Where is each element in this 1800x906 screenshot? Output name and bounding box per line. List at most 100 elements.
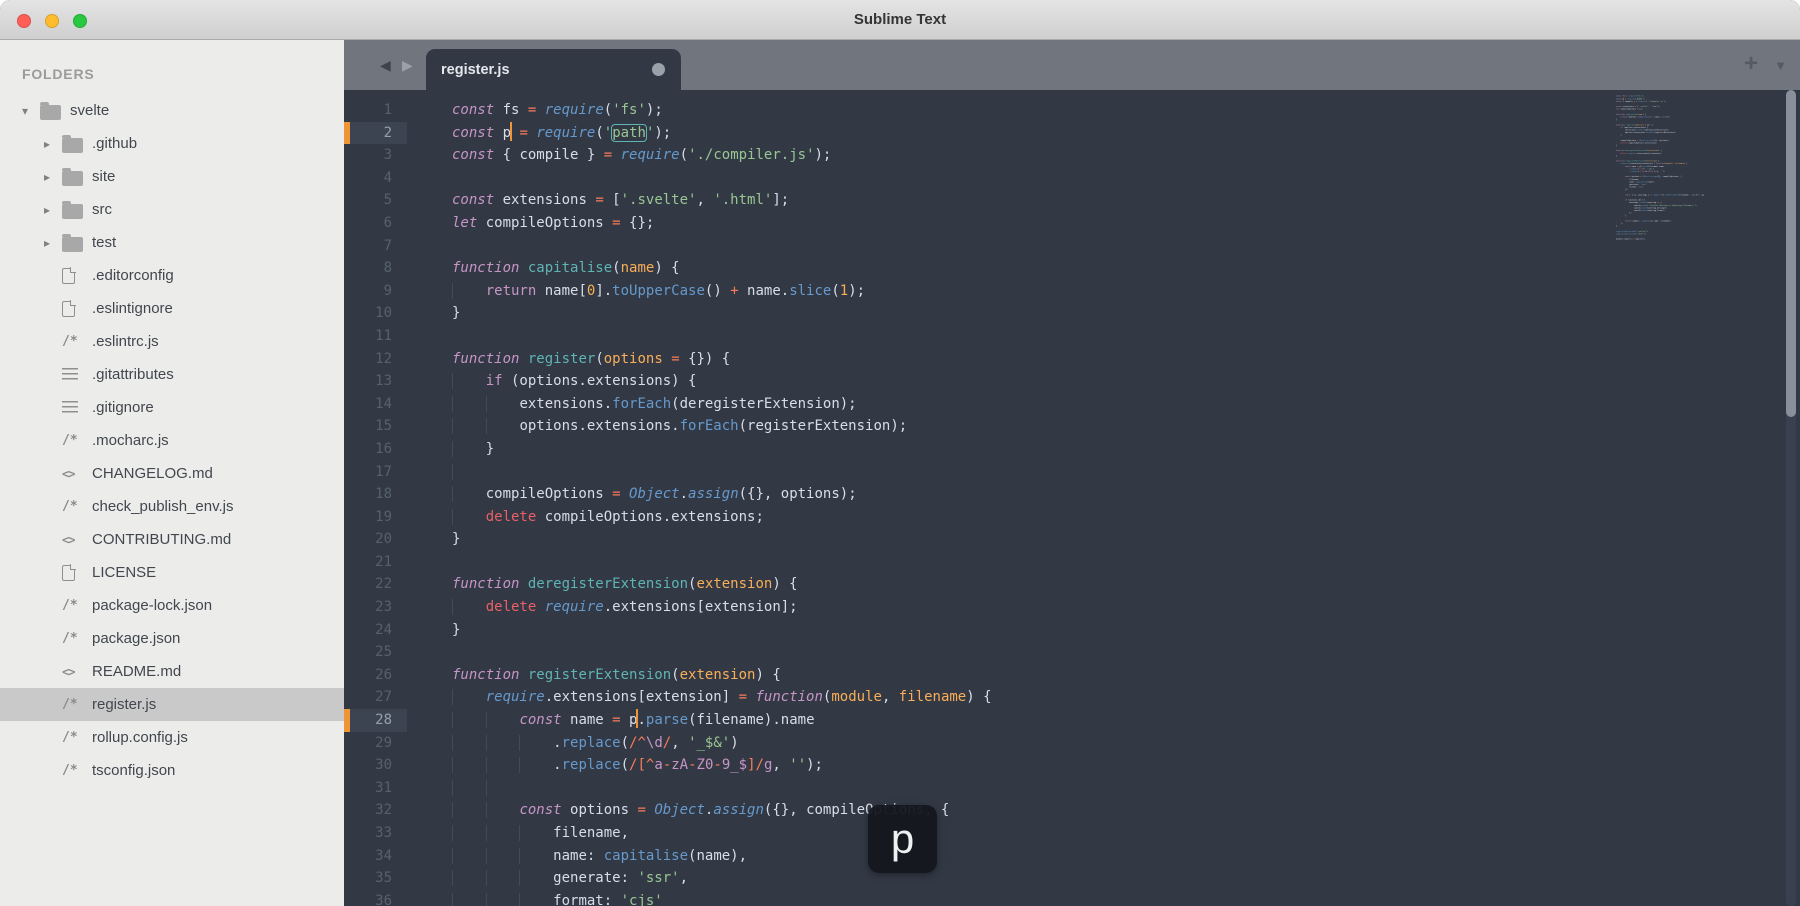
- code-line-28[interactable]: 28 const name = p.parse(filename).name: [344, 709, 1800, 732]
- code-line-22[interactable]: 22 function deregisterExtension(extension…: [344, 573, 1800, 596]
- sidebar-item-label: .gitattributes: [92, 366, 174, 383]
- minimap-line: });: [1616, 188, 1628, 192]
- sidebar-item-.mocharc.js[interactable]: /* .mocharc.js: [0, 424, 344, 457]
- code-editor[interactable]: 1 const fs = require('fs'); 2 const p = req…: [344, 99, 1800, 906]
- sidebar-item-site[interactable]: ▸ site: [0, 160, 344, 193]
- code-line-23[interactable]: 23 delete require.extensions[extension];: [344, 596, 1800, 619]
- line-number: 21: [375, 553, 392, 570]
- tab-nav-forward-icon[interactable]: ▶: [402, 40, 413, 90]
- sidebar-item-register.js[interactable]: /* register.js: [0, 688, 344, 721]
- sidebar-item-CHANGELOG.md[interactable]: <> CHANGELOG.md: [0, 457, 344, 490]
- code-line-35[interactable]: 35 generate: 'ssr',: [344, 867, 1800, 890]
- code-line-12[interactable]: 12 function register(options = {}) {: [344, 348, 1800, 371]
- sidebar-item-label: .gitignore: [92, 399, 154, 416]
- sidebar-item-tsconfig.json[interactable]: /* tsconfig.json: [0, 754, 344, 787]
- code-line-13[interactable]: 13 if (options.extensions) {: [344, 370, 1800, 393]
- line-number: 17: [375, 463, 392, 480]
- sidebar-item-label: package.json: [92, 630, 181, 647]
- sidebar-item-src[interactable]: ▸ src: [0, 193, 344, 226]
- sidebar-item-.gitignore[interactable]: .gitignore: [0, 391, 344, 424]
- code-line-33[interactable]: 33 filename,: [344, 822, 1800, 845]
- code-line-10[interactable]: 10}: [344, 302, 1800, 325]
- code-line-34[interactable]: 34 name: capitalise(name),: [344, 845, 1800, 868]
- code-line-29[interactable]: 29 .replace(/^\d/, '_$&'): [344, 732, 1800, 755]
- code-line-17[interactable]: 17: [344, 461, 1800, 484]
- code-line-9[interactable]: 9 return name[0].toUpperCase() + name.sl…: [344, 280, 1800, 303]
- code-line-1[interactable]: 1 const fs = require('fs');: [344, 99, 1800, 122]
- code-line-36[interactable]: 36 format: 'cjs': [344, 890, 1800, 906]
- disclosure-collapsed-icon[interactable]: ▸: [44, 170, 62, 184]
- line-number: 22: [375, 576, 392, 593]
- line-number: 33: [375, 825, 392, 841]
- code-line-21[interactable]: 21: [344, 551, 1800, 574]
- line-number: 16: [375, 440, 392, 457]
- js-file-icon: /*: [62, 631, 78, 646]
- code-line-6[interactable]: 6 let compileOptions = {};: [344, 212, 1800, 235]
- tab-register-js[interactable]: register.js: [426, 49, 681, 90]
- folders-header: FOLDERS: [22, 66, 95, 82]
- sidebar-item-label: rollup.config.js: [92, 729, 188, 746]
- sidebar-item-.eslintrc.js[interactable]: /* .eslintrc.js: [0, 325, 344, 358]
- sidebar-item-LICENSE[interactable]: LICENSE: [0, 556, 344, 589]
- line-number: 19: [375, 508, 392, 525]
- sidebar-item-test[interactable]: ▸ test: [0, 226, 344, 259]
- minimap[interactable]: const fs = require('fs');const p = requi…: [1616, 95, 1704, 335]
- code-line-24[interactable]: 24}: [344, 619, 1800, 642]
- sidebar-item-.editorconfig[interactable]: .editorconfig: [0, 259, 344, 292]
- code-line-27[interactable]: 27 require.extensions[extension] = funct…: [344, 686, 1800, 709]
- sidebar-item-svelte[interactable]: ▾ svelte: [0, 94, 344, 127]
- disclosure-collapsed-icon[interactable]: ▸: [44, 236, 62, 250]
- line-number: 28: [344, 709, 407, 732]
- js-file-icon: /*: [62, 763, 78, 778]
- js-file-icon: /*: [62, 697, 78, 712]
- code-line-7[interactable]: 7: [344, 235, 1800, 258]
- code-area[interactable]: 1 const fs = require('fs'); 2 const p = req…: [344, 90, 1800, 906]
- code-line-3[interactable]: 3 const { compile } = require('./compiler…: [344, 144, 1800, 167]
- code-line-8[interactable]: 8 function capitalise(name) {: [344, 257, 1800, 280]
- sidebar-item-check_publish_env.js[interactable]: /* check_publish_env.js: [0, 490, 344, 523]
- line-number: 27: [375, 689, 392, 706]
- sidebar-item-.github[interactable]: ▸ .github: [0, 127, 344, 160]
- code-line-30[interactable]: 30 .replace(/[^a-zA-Z0-9_$]/g, '');: [344, 754, 1800, 777]
- line-number: 4: [383, 169, 392, 186]
- plain-file-icon: [62, 300, 76, 317]
- sidebar-item-label: .editorconfig: [92, 267, 174, 284]
- code-line-25[interactable]: 25: [344, 641, 1800, 664]
- code-line-2[interactable]: 2 const p = require('path');: [344, 121, 1800, 145]
- code-line-32[interactable]: 32 const options = Object.assign({}, com…: [344, 799, 1800, 822]
- sidebar-item-.eslintignore[interactable]: .eslintignore: [0, 292, 344, 325]
- tab-overflow-menu-button[interactable]: ▼: [1774, 40, 1787, 90]
- sidebar-item-README.md[interactable]: <> README.md: [0, 655, 344, 688]
- code-line-18[interactable]: 18 compileOptions = Object.assign({}, op…: [344, 483, 1800, 506]
- code-line-5[interactable]: 5 const extensions = ['.svelte', '.html']…: [344, 189, 1800, 212]
- line-number: 3: [383, 147, 392, 164]
- code-line-31[interactable]: 31: [344, 777, 1800, 800]
- minimap-line: delete require.extensions[extension];: [1616, 152, 1662, 155]
- code-line-20[interactable]: 20}: [344, 528, 1800, 551]
- code-line-26[interactable]: 26 function registerExtension(extension) …: [344, 664, 1800, 687]
- code-line-14[interactable]: 14 extensions.forEach(deregisterExtensio…: [344, 393, 1800, 416]
- code-line-16[interactable]: 16 }: [344, 438, 1800, 461]
- sidebar-item-rollup.config.js[interactable]: /* rollup.config.js: [0, 721, 344, 754]
- code-line-11[interactable]: 11: [344, 325, 1800, 348]
- sidebar-item-package-lock.json[interactable]: /* package-lock.json: [0, 589, 344, 622]
- text-file-icon: [62, 368, 78, 381]
- sidebar-item-.gitattributes[interactable]: .gitattributes: [0, 358, 344, 391]
- disclosure-collapsed-icon[interactable]: ▸: [44, 137, 62, 151]
- sidebar-item-CONTRIBUTING.md[interactable]: <> CONTRIBUTING.md: [0, 523, 344, 556]
- code-line-15[interactable]: 15 options.extensions.forEach(registerEx…: [344, 415, 1800, 438]
- new-tab-button[interactable]: +: [1744, 40, 1758, 90]
- tab-bar: ◀ ▶ register.js + ▼: [344, 40, 1800, 90]
- tab-nav-back-icon[interactable]: ◀: [380, 40, 391, 90]
- sidebar-item-label: README.md: [92, 663, 182, 680]
- key-press-overlay: p: [868, 805, 937, 873]
- sidebar-item-package.json[interactable]: /* package.json: [0, 622, 344, 655]
- code-line-4[interactable]: 4: [344, 167, 1800, 190]
- sidebar-item-label: package-lock.json: [92, 597, 213, 614]
- disclosure-expanded-icon[interactable]: ▾: [22, 104, 40, 118]
- code-line-19[interactable]: 19 delete compileOptions.extensions;: [344, 506, 1800, 529]
- sidebar-item-label: LICENSE: [92, 564, 157, 581]
- disclosure-collapsed-icon[interactable]: ▸: [44, 203, 62, 217]
- sidebar-item-label: CHANGELOG.md: [92, 465, 213, 482]
- scrollbar-thumb[interactable]: [1786, 90, 1796, 417]
